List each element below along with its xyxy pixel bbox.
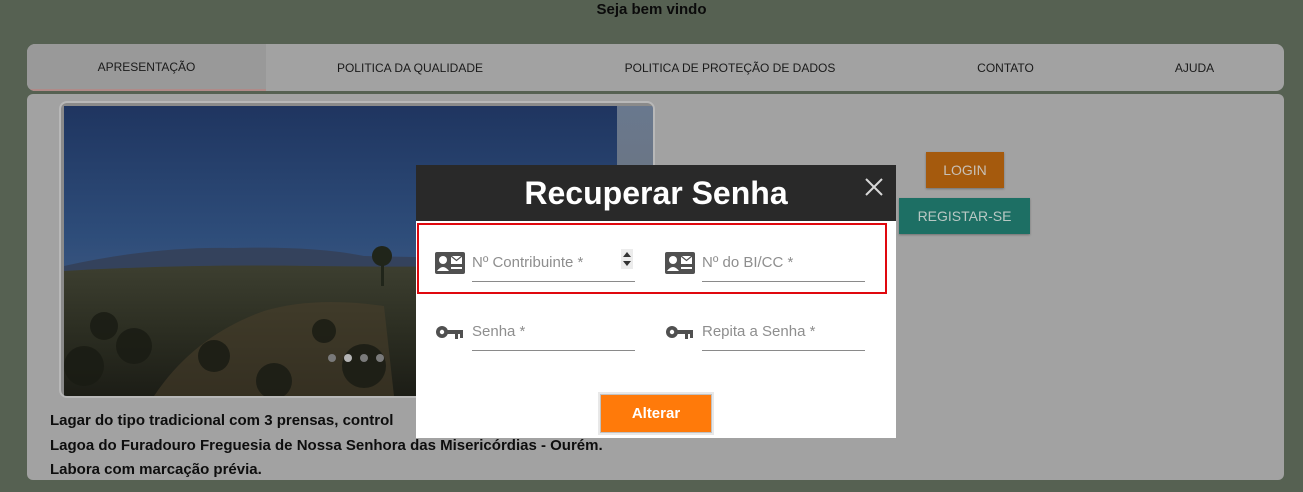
slider-dots: [328, 354, 384, 362]
description-line-3: Labora com marcação prévia.: [50, 461, 262, 478]
modal-header: Recuperar Senha: [416, 165, 896, 221]
recover-password-modal: Recuperar Senha Nº Contribuinte * Nº do …: [416, 165, 896, 438]
slider-dot-3[interactable]: [360, 354, 368, 362]
contribuinte-input[interactable]: [472, 244, 635, 282]
bi-cc-field: [665, 244, 867, 284]
contribuinte-field: [435, 244, 637, 284]
key-icon: [665, 323, 695, 346]
senha-field: [435, 313, 637, 353]
repita-senha-input[interactable]: [702, 313, 865, 351]
id-card-icon: [435, 252, 465, 279]
slider-dot-4[interactable]: [376, 354, 384, 362]
welcome-text: Seja bem vindo: [596, 1, 707, 18]
id-card-icon: [665, 252, 695, 279]
nav-item-apresentacao[interactable]: APRESENTAÇÃO: [27, 44, 266, 91]
modal-title: Recuperar Senha: [524, 174, 788, 211]
nav-item-politica-protecao-dados[interactable]: POLITICA DE PROTEÇÃO DE DADOS: [554, 44, 906, 91]
slider-dot-2[interactable]: [344, 354, 352, 362]
repita-senha-field: [665, 313, 867, 353]
bi-cc-input[interactable]: [702, 244, 865, 282]
key-icon: [435, 323, 465, 346]
senha-input[interactable]: [472, 313, 635, 351]
page: Seja bem vindo APRESENTAÇÃO POLITICA DA …: [0, 0, 1303, 492]
number-spinner[interactable]: [621, 249, 633, 269]
login-button[interactable]: LOGIN: [926, 152, 1004, 188]
close-icon[interactable]: [864, 177, 884, 197]
main-nav: APRESENTAÇÃO POLITICA DA QUALIDADE POLIT…: [27, 44, 1284, 91]
nav-item-ajuda[interactable]: AJUDA: [1105, 44, 1284, 91]
nav-item-politica-qualidade[interactable]: POLITICA DA QUALIDADE: [266, 44, 554, 91]
slider-dot-1[interactable]: [328, 354, 336, 362]
nav-item-contato[interactable]: CONTATO: [906, 44, 1105, 91]
alterar-button[interactable]: Alterar: [600, 394, 712, 433]
register-button[interactable]: REGISTAR-SE: [899, 198, 1030, 234]
